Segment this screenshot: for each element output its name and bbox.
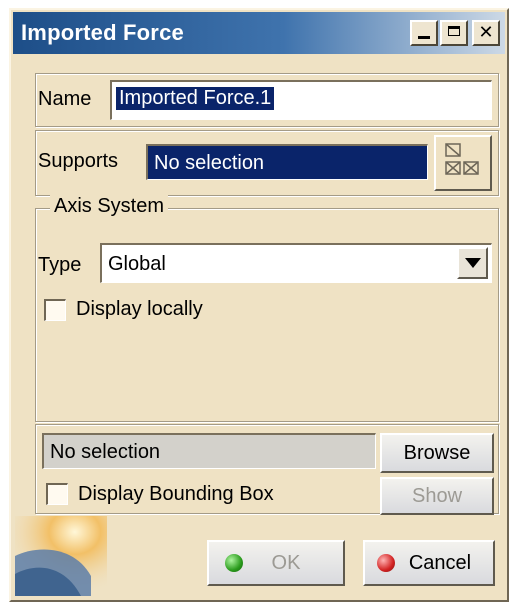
ok-button-label: OK — [271, 552, 301, 574]
minimize-icon — [418, 36, 430, 39]
title-bar[interactable]: Imported Force ✕ — [13, 12, 505, 54]
browse-button-label: Browse — [403, 442, 471, 464]
supports-select-button[interactable] — [434, 135, 492, 191]
close-icon: ✕ — [478, 22, 494, 42]
browse-button[interactable]: Browse — [380, 433, 494, 473]
axis-system-legend: Axis System — [50, 195, 169, 218]
display-bounding-box-label: Display Bounding Box — [78, 483, 274, 505]
data-file-selection[interactable]: No selection — [42, 433, 376, 469]
supports-value: No selection — [154, 152, 265, 174]
maximize-button[interactable] — [440, 20, 468, 46]
ok-button[interactable]: OK — [207, 540, 345, 586]
display-locally-label: Display locally — [76, 298, 203, 320]
imported-force-dialog: Imported Force ✕ Name Imported Force.1 S… — [9, 8, 509, 602]
data-file-group: No selection Browse Display Bounding Box… — [35, 424, 499, 515]
name-label: Name — [38, 88, 92, 110]
maximize-icon — [448, 26, 460, 36]
show-button-label: Show — [411, 485, 463, 507]
chevron-down-icon — [464, 258, 481, 268]
supports-label: Supports — [38, 150, 119, 172]
type-dropdown-button[interactable] — [457, 247, 488, 279]
supports-group: Supports No selection — [35, 130, 499, 196]
catia-logo-graphic — [15, 516, 107, 596]
cancel-button-label: Cancel — [408, 552, 472, 574]
cancel-button[interactable]: Cancel — [363, 540, 495, 586]
name-group: Name Imported Force.1 — [35, 73, 499, 127]
close-button[interactable]: ✕ — [472, 20, 500, 46]
display-locally-checkbox[interactable] — [44, 299, 66, 321]
data-file-selection-value: No selection — [50, 441, 161, 463]
name-input[interactable]: Imported Force.1 — [110, 80, 492, 120]
type-select-value: Global — [108, 253, 166, 275]
show-button: Show — [380, 477, 494, 515]
type-label: Type — [38, 254, 82, 276]
type-select[interactable]: Global — [100, 243, 492, 283]
axis-system-group: Axis System Type Global Display locally — [35, 195, 499, 422]
name-input-value: Imported Force.1 — [116, 87, 275, 110]
window-title: Imported Force — [21, 20, 184, 45]
ok-indicator-icon — [225, 554, 243, 572]
supports-field[interactable]: No selection — [146, 144, 428, 180]
select-elements-icon — [445, 143, 479, 175]
minimize-button[interactable] — [410, 20, 438, 46]
cancel-indicator-icon — [377, 554, 395, 572]
display-bounding-box-checkbox[interactable] — [46, 483, 68, 505]
